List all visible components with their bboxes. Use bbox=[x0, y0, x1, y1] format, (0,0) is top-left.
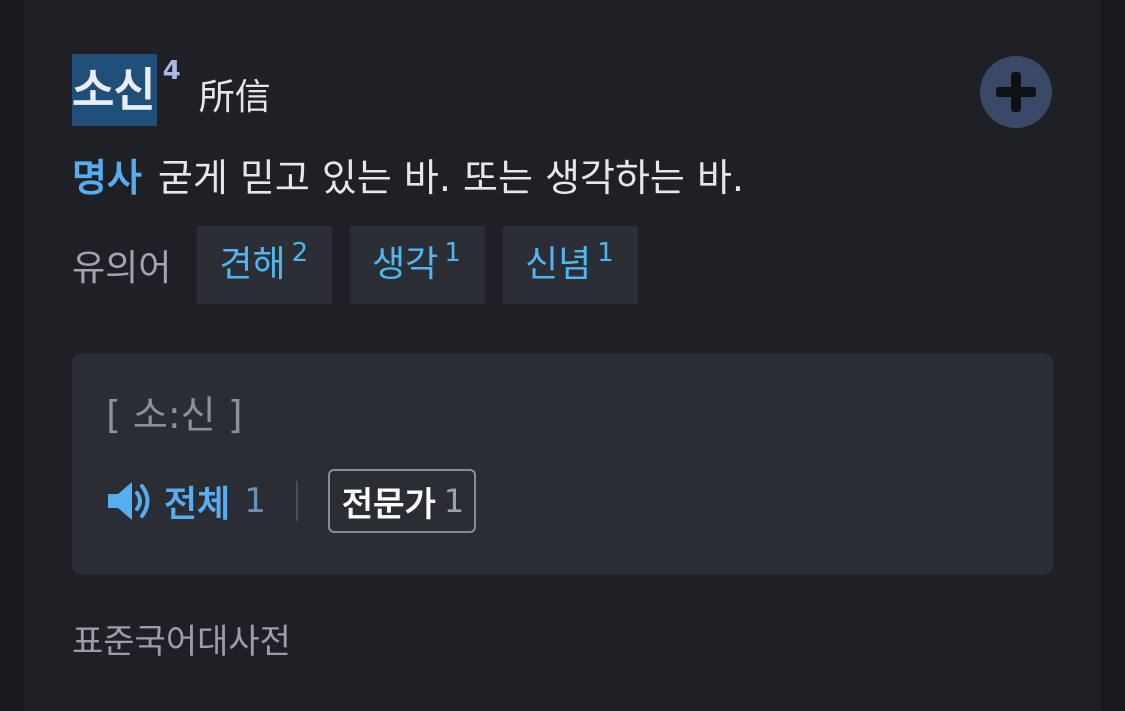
expert-count: 1 bbox=[443, 482, 465, 520]
pronunciation-panel: [ 소:신 ] 전체 1 전문가 1 bbox=[72, 353, 1053, 575]
entry-header: 소신 4 所信 bbox=[72, 54, 271, 130]
expert-audio-button[interactable]: 전문가 1 bbox=[327, 469, 477, 533]
headword: 소신 bbox=[72, 54, 157, 126]
expert-label: 전문가 bbox=[341, 484, 436, 525]
speaker-icon[interactable] bbox=[106, 479, 156, 523]
audio-all-count: 1 bbox=[244, 481, 266, 521]
synonym-homograph: 2 bbox=[291, 238, 309, 268]
divider bbox=[295, 481, 298, 521]
part-of-speech: 명사 bbox=[72, 156, 142, 200]
audio-all-button[interactable]: 전체 bbox=[164, 475, 230, 527]
definition-text: 굳게 믿고 있는 바. 또는 생각하는 바. bbox=[157, 156, 744, 200]
synonyms-row: 유의어 견해 2 생각 1 신념 1 bbox=[72, 226, 656, 304]
synonym-homograph: 1 bbox=[444, 238, 461, 268]
add-to-wordbook-button[interactable] bbox=[980, 56, 1052, 128]
dictionary-source: 표준국어대사전 bbox=[72, 622, 291, 662]
homograph-number: 4 bbox=[162, 56, 181, 86]
synonyms-label: 유의어 bbox=[72, 248, 172, 289]
synonym-chip[interactable]: 생각 1 bbox=[350, 226, 485, 304]
hanja-text: 所信 bbox=[198, 77, 271, 118]
synonym-word: 신념 bbox=[524, 244, 592, 285]
app-frame: 소신 4 所信 명사 굳게 믿고 있는 바. 또는 생각하는 바. 유의어 견해 … bbox=[0, 0, 1125, 711]
synonym-chip[interactable]: 신념 1 bbox=[502, 226, 638, 304]
definition-row: 명사 굳게 믿고 있는 바. 또는 생각하는 바. bbox=[72, 150, 744, 206]
synonym-word: 견해 bbox=[219, 244, 286, 285]
synonym-homograph: 1 bbox=[597, 238, 614, 268]
synonym-chip[interactable]: 견해 2 bbox=[197, 226, 333, 304]
plus-icon bbox=[996, 72, 1036, 112]
audio-row: 전체 1 전문가 1 bbox=[106, 467, 477, 535]
synonym-word: 생각 bbox=[372, 244, 439, 285]
pronunciation-text: [ 소:신 ] bbox=[106, 393, 243, 437]
